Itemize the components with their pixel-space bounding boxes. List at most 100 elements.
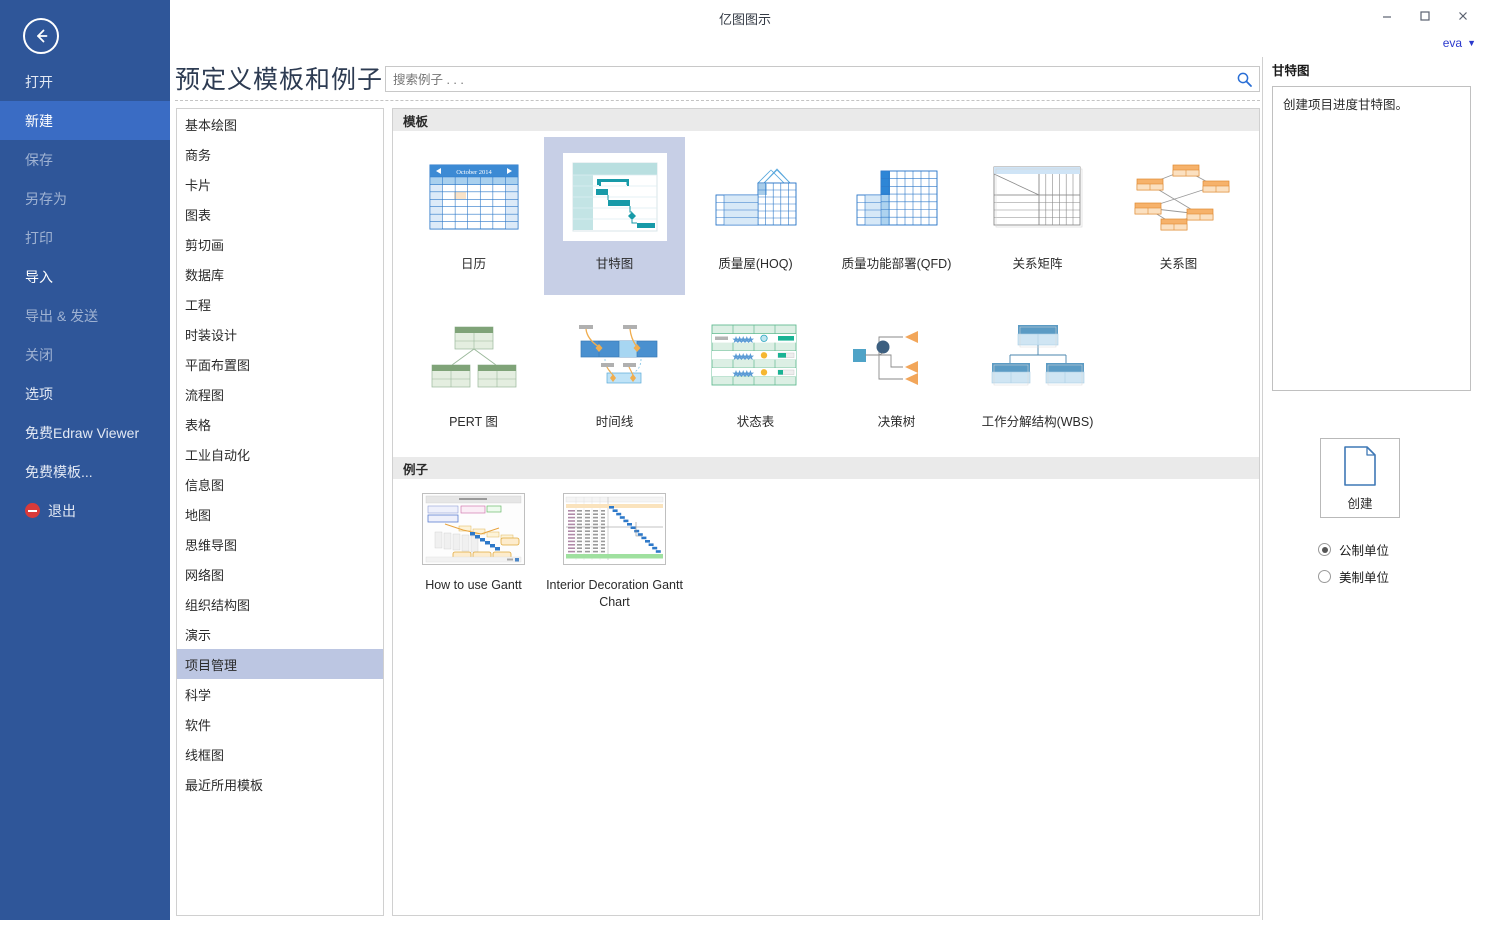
- category-item-17[interactable]: 演示: [177, 619, 383, 649]
- user-account-menu[interactable]: eva ▼: [1443, 36, 1476, 50]
- category-item-label: 卡片: [185, 177, 212, 193]
- radio-imperial-icon[interactable]: [1318, 570, 1331, 583]
- category-item-16[interactable]: 组织结构图: [177, 589, 383, 619]
- category-item-8[interactable]: 平面布置图: [177, 349, 383, 379]
- category-item-9[interactable]: 流程图: [177, 379, 383, 409]
- template-card-pert[interactable]: PERT 图: [403, 295, 544, 453]
- backstage-item-2[interactable]: 保存: [0, 140, 170, 179]
- category-list[interactable]: 基本绘图商务卡片图表 剪切画数据库工程时装设计 平面布置图流程图表格工业自动化信息图…: [176, 108, 384, 916]
- backstage-item-5[interactable]: 导入: [0, 257, 170, 296]
- wbs-thumb: [983, 307, 1093, 402]
- backstage-item-10[interactable]: 免费模板...: [0, 452, 170, 491]
- create-button[interactable]: 创建: [1320, 438, 1400, 518]
- minimize-button[interactable]: [1368, 2, 1406, 30]
- template-card-calendar[interactable]: October 2014 日历: [403, 137, 544, 295]
- details-description: 创建项目进度甘特图。: [1272, 86, 1471, 391]
- category-item-7[interactable]: 时装设计: [177, 319, 383, 349]
- status-thumb: [701, 307, 811, 402]
- template-label: 质量屋(HOQ): [718, 257, 793, 271]
- template-card-wbs[interactable]: 工作分解结构(WBS): [967, 295, 1108, 453]
- category-item-label: 组织结构图: [185, 597, 251, 613]
- template-card-decision[interactable]: 决策树: [826, 295, 967, 453]
- category-item-19[interactable]: 科学: [177, 679, 383, 709]
- backstage-menu: 打开新建保存另存为 打印 导入 导出 & 发送关闭选项免费Edraw Viewer 免费…: [0, 62, 170, 530]
- back-button[interactable]: [23, 18, 59, 54]
- window-bottom-edge: [0, 920, 1490, 927]
- category-item-12[interactable]: 信息图: [177, 469, 383, 499]
- backstage-item-0[interactable]: 打开: [0, 62, 170, 101]
- category-item-label: 科学: [185, 687, 212, 703]
- category-item-label: 软件: [185, 717, 212, 733]
- category-item-0[interactable]: 基本绘图: [177, 109, 383, 139]
- user-name: eva: [1442, 36, 1463, 50]
- close-button[interactable]: [1444, 2, 1482, 30]
- category-item-label: 最近所用模板: [185, 777, 264, 793]
- maximize-button[interactable]: [1406, 2, 1444, 30]
- backstage-item-11[interactable]: 退出: [0, 491, 170, 530]
- backstage-item-4[interactable]: 打印: [0, 218, 170, 257]
- category-item-14[interactable]: 思维导图: [177, 529, 383, 559]
- category-item-6[interactable]: 工程: [177, 289, 383, 319]
- category-item-label: 信息图: [185, 477, 225, 493]
- right-panel-divider: [1262, 57, 1263, 920]
- category-item-10[interactable]: 表格: [177, 409, 383, 439]
- search-icon[interactable]: [1236, 71, 1253, 88]
- category-item-11[interactable]: 工业自动化: [177, 439, 383, 469]
- backstage-item-label: 免费模板...: [25, 463, 93, 480]
- radio-metric-icon[interactable]: [1318, 543, 1331, 556]
- category-item-15[interactable]: 网络图: [177, 559, 383, 589]
- page-title: 预定义模板和例子: [175, 66, 384, 94]
- category-item-1[interactable]: 商务: [177, 139, 383, 169]
- details-panel: 甘特图 创建项目进度甘特图。 创建 公制单位 美制单位: [1272, 60, 1490, 920]
- category-item-2[interactable]: 卡片: [177, 169, 383, 199]
- category-item-21[interactable]: 线框图: [177, 739, 383, 769]
- template-card-hoq[interactable]: 质量屋(HOQ): [685, 137, 826, 295]
- category-item-label: 演示: [185, 627, 212, 643]
- search-box[interactable]: [385, 66, 1260, 92]
- category-item-5[interactable]: 数据库: [177, 259, 383, 289]
- svg-text:October 2014: October 2014: [456, 169, 492, 176]
- pert-thumb: [419, 307, 529, 402]
- example-card-0[interactable]: How to use Gantt: [403, 493, 544, 611]
- unit-option-imperial[interactable]: 美制单位: [1318, 567, 1389, 586]
- backstage-item-7[interactable]: 关闭: [0, 335, 170, 374]
- example-label: Interior Decoration Gantt Chart: [546, 578, 683, 609]
- backstage-item-6[interactable]: 导出 & 发送: [0, 296, 170, 335]
- template-label: 关系图: [1159, 257, 1198, 271]
- category-item-label: 工程: [185, 297, 212, 313]
- category-item-label: 基本绘图: [185, 117, 238, 133]
- category-item-4[interactable]: 剪切画: [177, 229, 383, 259]
- category-item-13[interactable]: 地图: [177, 499, 383, 529]
- hoq-thumb: [701, 149, 811, 244]
- minimize-icon: [1383, 16, 1391, 18]
- unit-option-metric[interactable]: 公制单位: [1318, 540, 1389, 559]
- template-label: 决策树: [877, 415, 916, 429]
- examples-grid: How to use Gantt Interior Decoration Gant…: [393, 479, 1259, 611]
- backstage-item-label: 保存: [25, 151, 53, 168]
- template-card-gantt[interactable]: 甘特图: [544, 137, 685, 295]
- backstage-item-8[interactable]: 选项: [0, 374, 170, 413]
- backstage-item-label: 新建: [25, 112, 53, 129]
- backstage-item-3[interactable]: 另存为: [0, 179, 170, 218]
- example-card-1[interactable]: Interior Decoration Gantt Chart: [544, 493, 685, 611]
- backstage-item-1[interactable]: 新建: [0, 101, 170, 140]
- template-card-matrix[interactable]: 关系矩阵: [967, 137, 1108, 295]
- backstage-item-label: 选项: [25, 385, 53, 402]
- template-card-status[interactable]: 状态表: [685, 295, 826, 453]
- category-item-22[interactable]: 最近所用模板: [177, 769, 383, 799]
- backstage-item-9[interactable]: 免费Edraw Viewer: [0, 413, 170, 452]
- template-card-relation[interactable]: 关系图: [1108, 137, 1249, 295]
- category-item-label: 工业自动化: [185, 447, 251, 463]
- category-item-18[interactable]: 项目管理: [177, 649, 383, 679]
- new-document-icon: [1344, 445, 1376, 486]
- template-card-timeline[interactable]: 时间线: [544, 295, 685, 453]
- template-label: PERT 图: [449, 415, 498, 429]
- category-item-3[interactable]: 图表: [177, 199, 383, 229]
- template-card-qfd[interactable]: 质量功能部署(QFD): [826, 137, 967, 295]
- category-item-label: 流程图: [185, 387, 225, 403]
- category-item-label: 数据库: [185, 267, 225, 283]
- backstage-item-label: 关闭: [25, 346, 53, 363]
- title-bar: 亿图图示 eva ▼: [0, 0, 1490, 50]
- search-input[interactable]: [393, 71, 1213, 89]
- category-item-20[interactable]: 软件: [177, 709, 383, 739]
